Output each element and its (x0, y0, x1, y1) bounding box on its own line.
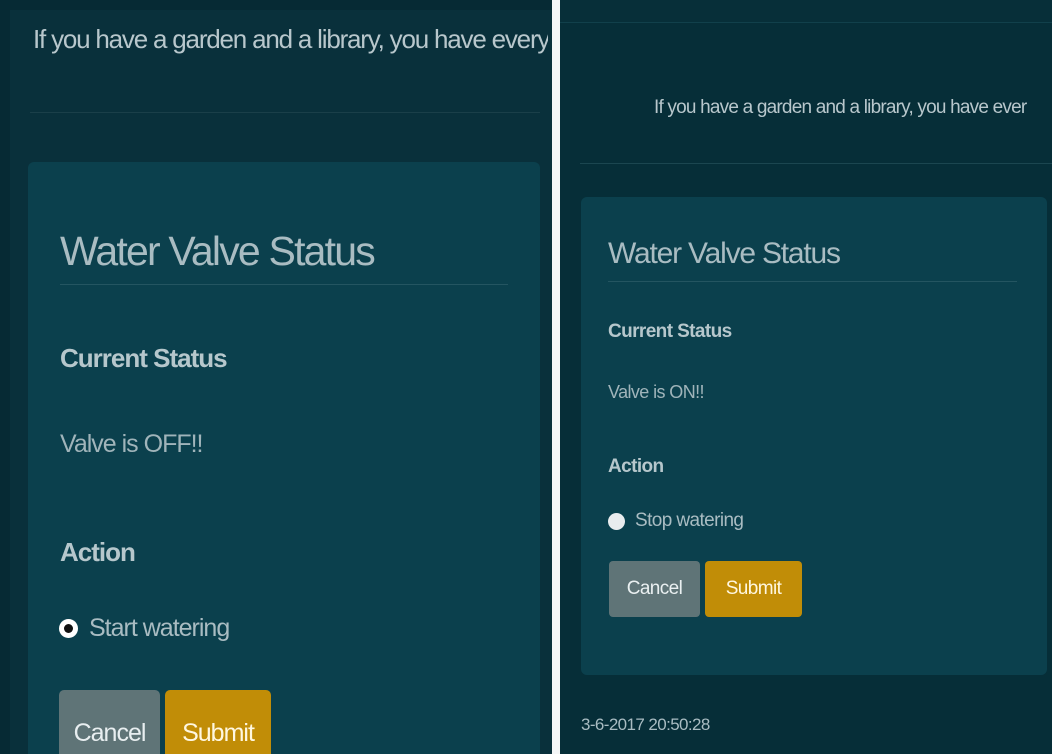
header-quote: If you have a garden and a library, you … (33, 24, 548, 54)
stop-watering-option[interactable]: Stop watering (608, 510, 744, 532)
left-screen: If you have a garden and a library, you … (0, 0, 552, 754)
submit-button[interactable]: Submit (165, 690, 271, 754)
valve-status-text: Valve is ON!! (608, 382, 705, 402)
card-title: Water Valve Status (60, 228, 376, 274)
radio-button-selected[interactable] (59, 619, 78, 638)
header-divider (30, 112, 540, 113)
header-divider (580, 163, 1052, 164)
radio-button-unselected[interactable] (608, 512, 625, 530)
start-watering-option[interactable]: Start watering (59, 614, 230, 643)
timestamp: 3-6-2017 20:50:28 (581, 715, 710, 734)
stop-watering-label[interactable]: Stop watering (635, 510, 744, 532)
screenshot-separator (552, 0, 560, 754)
cancel-button[interactable]: Cancel (59, 690, 160, 754)
top-band (560, 0, 1052, 23)
radio-selected-dot-icon (64, 624, 73, 633)
title-divider (608, 281, 1017, 282)
submit-button[interactable]: Submit (705, 561, 802, 617)
current-status-label: Current Status (608, 321, 732, 342)
valve-status-card: Water Valve Status Current Status Valve … (581, 197, 1047, 675)
right-screen: If you have a garden and a library, you … (560, 0, 1052, 754)
action-label: Action (60, 537, 136, 567)
valve-status-text: Valve is OFF!! (60, 430, 204, 458)
cancel-button[interactable]: Cancel (609, 561, 700, 617)
title-divider (60, 284, 508, 285)
action-label: Action (608, 456, 664, 477)
header-quote: If you have a garden and a library, you … (654, 97, 1027, 118)
valve-status-card: Water Valve Status Current Status Valve … (28, 162, 540, 754)
start-watering-label[interactable]: Start watering (89, 614, 230, 643)
card-title: Water Valve Status (608, 237, 841, 270)
current-status-label: Current Status (60, 343, 228, 373)
